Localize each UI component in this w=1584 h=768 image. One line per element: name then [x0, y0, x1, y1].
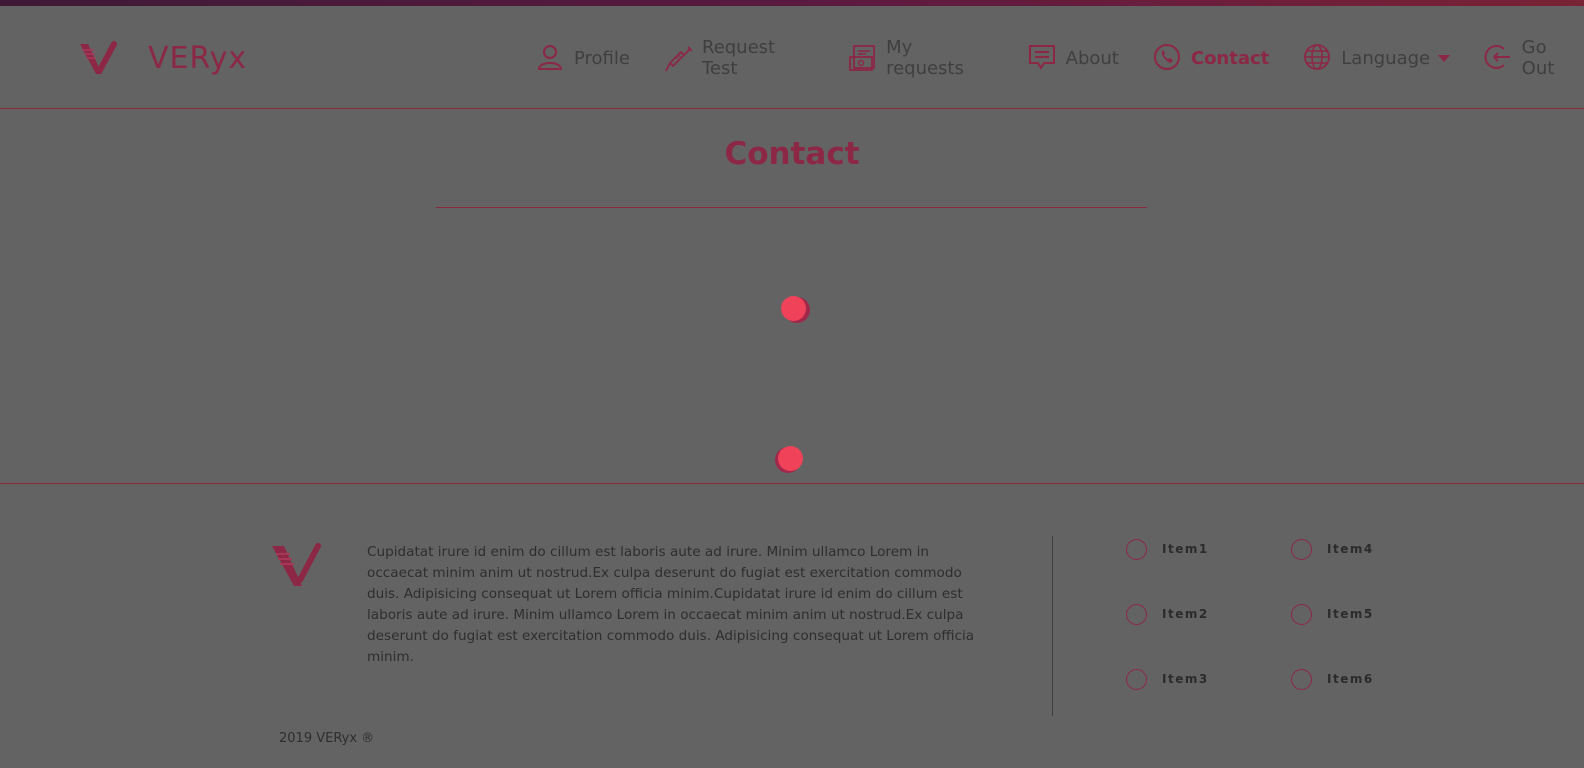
user-icon — [536, 43, 566, 73]
footer-link-label: Item4 — [1327, 542, 1374, 556]
footer-link-label: Item2 — [1162, 607, 1209, 621]
footer-links: Item1 Item4 Item2 Item5 Item3 Item6 — [1126, 538, 1411, 690]
copyright: 2019 VERyx ® — [279, 731, 375, 746]
chevron-down-icon — [1438, 54, 1451, 62]
loader-dot — [778, 446, 803, 471]
nav-request-test-label: Request Test — [701, 37, 776, 79]
footer-divider — [1052, 536, 1053, 716]
circle-icon — [1126, 603, 1147, 625]
nav-my-requests[interactable]: My requests — [848, 37, 994, 79]
chat-icon — [1028, 43, 1058, 73]
footer-link-item5[interactable]: Item5 — [1291, 603, 1411, 625]
circle-icon — [1126, 538, 1147, 560]
circle-icon — [1126, 668, 1147, 690]
brand-logo[interactable]: VERyx — [78, 40, 247, 76]
nav-profile[interactable]: Profile — [536, 43, 630, 73]
logout-icon — [1484, 43, 1514, 73]
footer-link-label: Item5 — [1327, 607, 1374, 621]
footer-link-label: Item6 — [1327, 672, 1374, 686]
nav-language-label: Language — [1341, 47, 1431, 69]
circle-icon — [1291, 538, 1312, 560]
nav-go-out-label: Go Out — [1521, 37, 1555, 79]
nav-profile-label: Profile — [574, 47, 630, 69]
loader-dot — [781, 296, 806, 321]
nav-request-test[interactable]: Request Test — [664, 37, 814, 79]
content-divider — [0, 483, 1584, 484]
page-title: Contact — [724, 136, 860, 172]
footer-link-item3[interactable]: Item3 — [1126, 668, 1291, 690]
footer-description: Cupidatat irure id enim do cillum est la… — [367, 544, 975, 665]
phone-icon — [1153, 43, 1183, 73]
footer-link-item2[interactable]: Item2 — [1126, 603, 1291, 625]
header: VERyx Profile Request Test My requests A… — [0, 6, 1584, 109]
circle-icon — [1291, 668, 1312, 690]
footer-link-item1[interactable]: Item1 — [1126, 538, 1291, 560]
nav-contact[interactable]: Contact — [1153, 43, 1269, 73]
nav-about[interactable]: About — [1028, 43, 1119, 73]
nav-about-label: About — [1065, 47, 1119, 69]
globe-icon — [1303, 43, 1333, 73]
circle-icon — [1291, 603, 1312, 625]
main-nav: Profile Request Test My requests About C… — [536, 37, 1584, 79]
footer-link-item6[interactable]: Item6 — [1291, 668, 1411, 690]
nav-contact-label: Contact — [1190, 47, 1270, 69]
syringe-icon — [664, 43, 694, 73]
title-divider — [436, 207, 1147, 208]
footer-link-item4[interactable]: Item4 — [1291, 538, 1411, 560]
document-icon — [848, 43, 878, 73]
footer-link-label: Item1 — [1162, 542, 1209, 556]
veryx-logo-icon — [272, 543, 321, 586]
nav-my-requests-label: My requests — [886, 37, 964, 79]
footer-link-label: Item3 — [1162, 672, 1209, 686]
brand-name: VERyx — [148, 40, 248, 76]
veryx-logo-icon — [80, 41, 117, 74]
footer-logo[interactable] — [270, 540, 322, 592]
nav-go-out[interactable]: Go Out — [1484, 37, 1584, 79]
nav-language[interactable]: Language — [1303, 43, 1451, 73]
